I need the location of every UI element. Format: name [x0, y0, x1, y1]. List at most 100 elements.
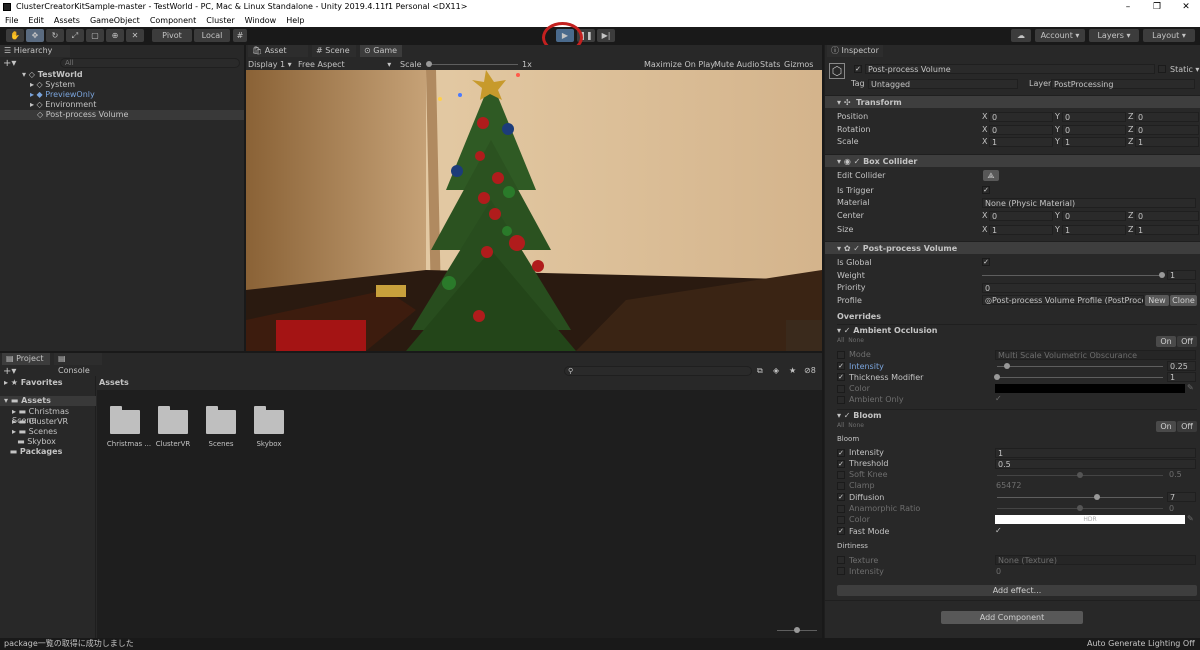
eyedropper-icon[interactable]: ✎ [1187, 383, 1194, 392]
bloom-color-swatch[interactable]: HDR [995, 515, 1185, 524]
transform-position-x-field[interactable]: 0 [989, 112, 1053, 122]
folder-item[interactable]: Skybox [249, 406, 289, 454]
gizmos-dropdown[interactable]: Gizmos [784, 59, 813, 70]
bloom-diffusion-override[interactable]: ✓ [837, 493, 845, 501]
layout-dropdown[interactable]: Layout ▾ [1143, 29, 1195, 42]
weight-slider[interactable] [982, 275, 1162, 276]
is-global-checkbox[interactable]: ✓ [982, 258, 990, 266]
material-field[interactable]: None (Physic Material) [982, 198, 1196, 208]
close-button[interactable]: ✕ [1176, 0, 1196, 14]
menu-assets[interactable]: Assets [54, 14, 80, 27]
move-tool-icon[interactable]: ✥ [26, 29, 44, 42]
collider-size-x-field[interactable]: 1 [989, 225, 1053, 235]
favorites-item[interactable]: ▸ ★ Favorites [4, 378, 63, 387]
ao-thickness-slider[interactable] [997, 377, 1163, 378]
hierarchy-item[interactable]: ▸ ◇ System [0, 80, 244, 90]
transform-tool-icon[interactable]: ⊕ [106, 29, 124, 42]
transform-scale-z-field[interactable]: 1 [1135, 137, 1199, 147]
transform-position-z-field[interactable]: 0 [1135, 112, 1199, 122]
scale-tool-icon[interactable]: ⤢ [66, 29, 84, 42]
filter-type-icon[interactable]: ⧉ [757, 366, 763, 376]
lighting-status[interactable]: Auto Generate Lighting Off [1087, 638, 1195, 650]
assets-tree-item[interactable]: ▾ ▬ Assets [0, 396, 96, 406]
folder-item[interactable]: Scenes [201, 406, 241, 454]
box-collider-header[interactable]: ▾ ◉ ✓ Box Collider [825, 154, 1200, 167]
bloom-on-button[interactable]: On [1156, 421, 1176, 432]
collider-size-z-field[interactable]: 1 [1135, 225, 1199, 235]
packages-tree-item[interactable]: ▬ Packages [4, 447, 63, 456]
hierarchy-item[interactable]: ◇ Post-process Volume [0, 110, 244, 120]
hand-tool-icon[interactable]: ✋ [6, 29, 24, 42]
bloom-diffusion-slider[interactable] [997, 497, 1163, 498]
active-checkbox[interactable]: ✓ [854, 65, 862, 73]
game-view[interactable] [246, 70, 822, 351]
tab-project[interactable]: ▤ Project [2, 353, 50, 365]
dirt-texture-field[interactable]: None (Texture) [995, 555, 1196, 565]
ao-on-button[interactable]: On [1156, 336, 1176, 347]
ao-intensity-slider[interactable] [997, 366, 1163, 367]
custom-tool-icon[interactable]: ✕ [126, 29, 144, 42]
add-effect-button[interactable]: Add effect... [837, 585, 1197, 596]
maximize-on-play-toggle[interactable]: Maximize On Play [644, 59, 715, 70]
folder-item[interactable]: ClusterVR [153, 406, 193, 454]
ao-color-override[interactable] [837, 385, 845, 393]
favorite-star-icon[interactable]: ★ [789, 366, 796, 375]
weight-slider-knob[interactable] [1159, 272, 1165, 278]
tree-folder[interactable]: ▸ ▬ ClusterVR [12, 417, 68, 426]
collider-size-y-field[interactable]: 1 [1062, 225, 1126, 235]
bloom-threshold-field[interactable]: 0.5 [995, 459, 1196, 469]
collider-center-x-field[interactable]: 0 [989, 211, 1053, 221]
ao-off-button[interactable]: Off [1177, 336, 1197, 347]
menu-component[interactable]: Component [150, 14, 196, 27]
minimize-button[interactable]: – [1118, 0, 1138, 14]
project-search-input[interactable]: ⚲ [564, 366, 752, 376]
bloom-anamorphic-override[interactable] [837, 505, 845, 513]
ao-intensity-knob[interactable] [1003, 363, 1010, 369]
weight-field[interactable]: 1 [1167, 270, 1196, 280]
profile-new-button[interactable]: New [1145, 295, 1169, 306]
icon-size-knob[interactable] [794, 627, 800, 633]
hierarchy-item[interactable]: ▸ ◆ PreviewOnly [0, 90, 244, 100]
filter-label-icon[interactable]: ◈ [773, 366, 779, 375]
tab-hierarchy[interactable]: ☰ Hierarchy [0, 45, 70, 57]
create-button[interactable]: +▾ [3, 58, 17, 69]
ao-intensity-field[interactable]: 0.25 [1167, 361, 1196, 371]
static-checkbox[interactable] [1158, 65, 1166, 73]
tree-folder[interactable]: ▸ ▬ Scenes [12, 427, 57, 436]
collider-center-y-field[interactable]: 0 [1062, 211, 1126, 221]
priority-field[interactable]: 0 [982, 283, 1196, 293]
layers-dropdown[interactable]: Layers ▾ [1089, 29, 1139, 42]
transform-scale-y-field[interactable]: 1 [1062, 137, 1126, 147]
ao-mode-dropdown[interactable]: Multi Scale Volumetric Obscurance [995, 350, 1196, 360]
scale-slider[interactable] [428, 64, 518, 65]
aspect-dropdown[interactable]: Free Aspect ▾ [298, 59, 398, 70]
menu-edit[interactable]: Edit [28, 14, 44, 27]
bloom-fastmode-checkbox[interactable]: ✓ [995, 526, 1002, 535]
bloom-off-button[interactable]: Off [1177, 421, 1197, 432]
tag-dropdown[interactable]: Untagged [868, 79, 1018, 89]
bloom-diffusion-knob[interactable] [1093, 494, 1100, 500]
stats-toggle[interactable]: Stats [760, 59, 780, 70]
ao-header[interactable]: ▾ ✓ Ambient Occlusion [837, 324, 1197, 335]
layer-dropdown[interactable]: PostProcessing [1051, 79, 1195, 89]
rect-tool-icon[interactable]: ▢ [86, 29, 104, 42]
rotate-tool-icon[interactable]: ↻ [46, 29, 64, 42]
transform-scale-x-field[interactable]: 1 [989, 137, 1053, 147]
bloom-intensity-override[interactable]: ✓ [837, 449, 845, 457]
bloom-clamp-override[interactable] [837, 482, 845, 490]
bloom-fastmode-override[interactable]: ✓ [837, 527, 845, 535]
transform-header[interactable]: ▾ ✣ Transform [825, 95, 1200, 108]
account-dropdown[interactable]: Account ▾ [1035, 29, 1085, 42]
ppv-header[interactable]: ▾ ✿ ✓ Post-process Volume [825, 241, 1200, 254]
mute-audio-toggle[interactable]: Mute Audio [714, 59, 759, 70]
is-trigger-checkbox[interactable]: ✓ [982, 186, 990, 194]
ao-all-none[interactable]: All None [837, 335, 864, 346]
hierarchy-search-input[interactable]: All [60, 58, 240, 68]
menu-cluster[interactable]: Cluster [206, 14, 234, 27]
hidden-count-icon[interactable]: ⊘8 [804, 366, 816, 375]
add-component-button[interactable]: Add Component [941, 611, 1083, 624]
static-label[interactable]: Static ▾ [1170, 64, 1199, 75]
maximize-button[interactable]: ❐ [1147, 0, 1167, 14]
bloom-softknee-knob[interactable] [1077, 472, 1083, 478]
edit-collider-button[interactable]: ⟁ [983, 170, 999, 181]
